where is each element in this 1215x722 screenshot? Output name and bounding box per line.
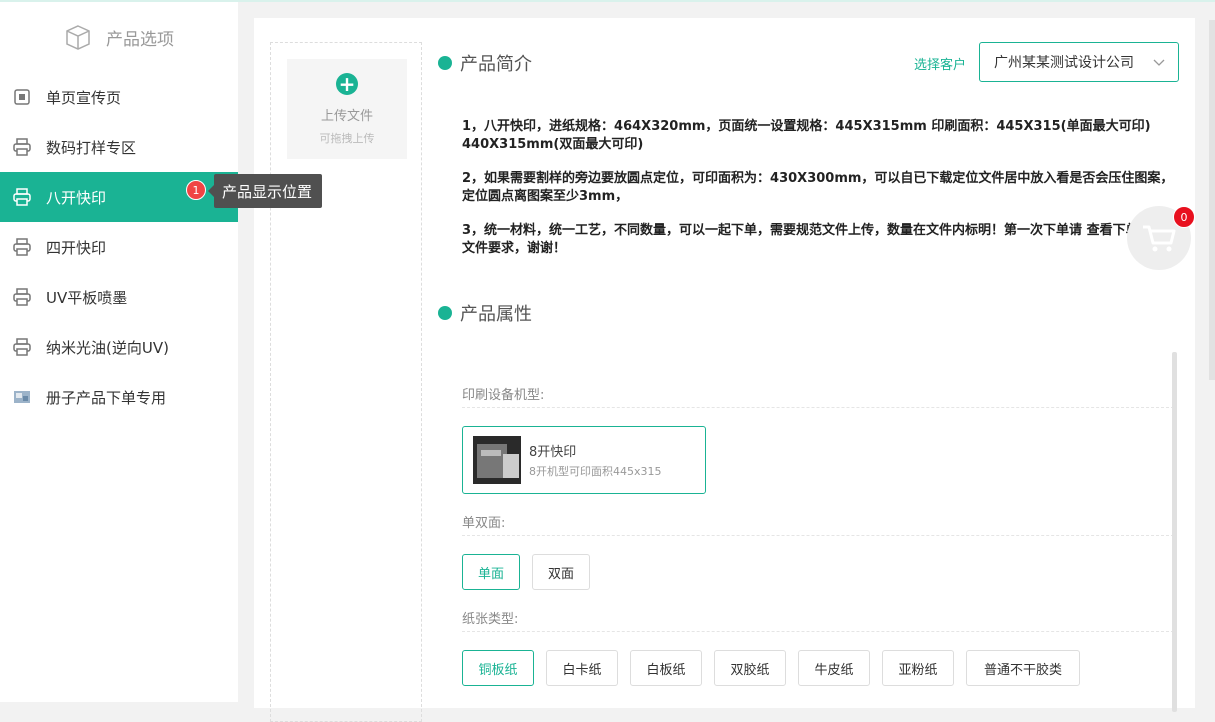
paper-option[interactable]: 普通不干胶类 xyxy=(966,650,1080,686)
paper-label: 纸张类型: xyxy=(462,612,519,627)
sidebar-item-label: 册子产品下单专用 xyxy=(46,388,167,407)
position-tooltip: 产品显示位置 xyxy=(207,174,323,208)
sidebar: 产品选项 单页宣传页 数码打样专区 八开快印 1 四开快印 UV平板喷墨 纳米光… xyxy=(0,2,238,702)
chevron-down-icon xyxy=(1152,55,1166,69)
customer-select[interactable]: 广州某某测试设计公司 xyxy=(979,42,1179,82)
sidebar-item-booklet[interactable]: 册子产品下单专用 xyxy=(0,372,238,422)
printer-icon xyxy=(12,137,32,157)
intro-text: 1，八开快印，进纸规格：464X320mm，页面统一设置规格：445X315mm… xyxy=(462,118,1174,274)
square-icon xyxy=(12,87,32,107)
machine-name: 8开快印 xyxy=(529,445,577,460)
printer-icon xyxy=(12,287,32,307)
sidebar-item-digital-proof[interactable]: 数码打样专区 xyxy=(0,122,238,172)
intro-title-text: 产品简介 xyxy=(460,54,532,75)
sidebar-item-label: UV平板喷墨 xyxy=(46,288,128,307)
sidebar-item-label: 数码打样专区 xyxy=(46,138,137,157)
printer-icon xyxy=(12,187,32,207)
machine-thumbnail xyxy=(473,436,521,484)
product-panel: + 上传文件 可拖拽上传 产品简介 选择客户 广州某某测试设计公司 1，八开快印… xyxy=(254,18,1195,722)
bullet-dot-icon xyxy=(438,56,452,70)
attributes-area: 印刷设备机型: 8开快印 8开机型可印面积445x315 单双面: 单面 双面 … xyxy=(462,354,1174,714)
machine-label: 印刷设备机型: xyxy=(462,388,545,403)
customer-label: 选择客户 xyxy=(914,58,967,73)
paper-option[interactable]: 铜板纸 xyxy=(462,650,534,686)
printer-icon xyxy=(12,237,32,257)
cart-icon xyxy=(1143,225,1176,252)
attributes-section-title: 产品属性 xyxy=(438,300,532,326)
divider xyxy=(462,535,1174,536)
machine-desc: 8开机型可印面积445x315 xyxy=(529,465,662,478)
sides-label: 单双面: xyxy=(462,516,506,531)
attributes-title-text: 产品属性 xyxy=(460,304,532,325)
paper-option[interactable]: 双胶纸 xyxy=(714,650,786,686)
sidebar-item-8k-quick-print[interactable]: 八开快印 1 xyxy=(0,172,238,222)
sidebar-item-single-page[interactable]: 单页宣传页 xyxy=(0,72,238,122)
paper-option[interactable]: 白卡纸 xyxy=(546,650,618,686)
attributes-scrollbar[interactable] xyxy=(1172,352,1177,712)
sidebar-header: 产品选项 xyxy=(0,2,238,72)
page-scrollbar[interactable] xyxy=(1209,20,1215,380)
intro-paragraph: 1，八开快印，进纸规格：464X320mm，页面统一设置规格：445X315mm… xyxy=(462,119,1151,152)
upload-column: + 上传文件 可拖拽上传 xyxy=(270,42,422,722)
notification-badge: 1 xyxy=(186,180,206,200)
bullet-dot-icon xyxy=(438,306,452,320)
sidebar-title: 产品选项 xyxy=(106,29,174,50)
upload-dropzone[interactable]: + 上传文件 可拖拽上传 xyxy=(287,59,407,159)
upload-hint: 可拖拽上传 xyxy=(319,132,375,145)
sidebar-item-label: 纳米光油(逆向UV) xyxy=(46,338,169,357)
cart-count-badge: 0 xyxy=(1173,206,1195,228)
sidebar-item-label: 单页宣传页 xyxy=(46,88,122,107)
intro-paragraph: 2，如果需要割样的旁边要放圆点定位，可印面积为：430X300mm，可以自已下载… xyxy=(462,171,1174,204)
upload-label: 上传文件 xyxy=(320,109,373,124)
sidebar-item-label: 四开快印 xyxy=(46,238,107,257)
intro-section-title: 产品简介 xyxy=(438,50,532,76)
plus-icon: + xyxy=(336,73,358,95)
sides-option-double[interactable]: 双面 xyxy=(532,554,590,590)
printer-icon xyxy=(12,337,32,357)
paper-option[interactable]: 牛皮纸 xyxy=(798,650,870,686)
paper-option[interactable]: 亚粉纸 xyxy=(882,650,954,686)
sides-option-single[interactable]: 单面 xyxy=(462,554,520,590)
thumbnail-image xyxy=(12,387,32,407)
machine-option-card[interactable]: 8开快印 8开机型可印面积445x315 xyxy=(462,426,706,494)
intro-paragraph: 3，统一材料，统一工艺，不同数量，可以一起下单，需要规范文件上传，数量在文件内标… xyxy=(462,223,1165,256)
divider xyxy=(462,407,1174,408)
sidebar-item-nano-varnish[interactable]: 纳米光油(逆向UV) xyxy=(0,322,238,372)
paper-option[interactable]: 白板纸 xyxy=(630,650,702,686)
sidebar-item-4k-quick-print[interactable]: 四开快印 xyxy=(0,222,238,272)
sidebar-item-label: 八开快印 xyxy=(46,188,107,207)
sidebar-item-uv-flatbed[interactable]: UV平板喷墨 xyxy=(0,272,238,322)
box-icon xyxy=(64,23,92,51)
divider xyxy=(462,631,1174,632)
customer-selected-value: 广州某某测试设计公司 xyxy=(994,55,1134,71)
